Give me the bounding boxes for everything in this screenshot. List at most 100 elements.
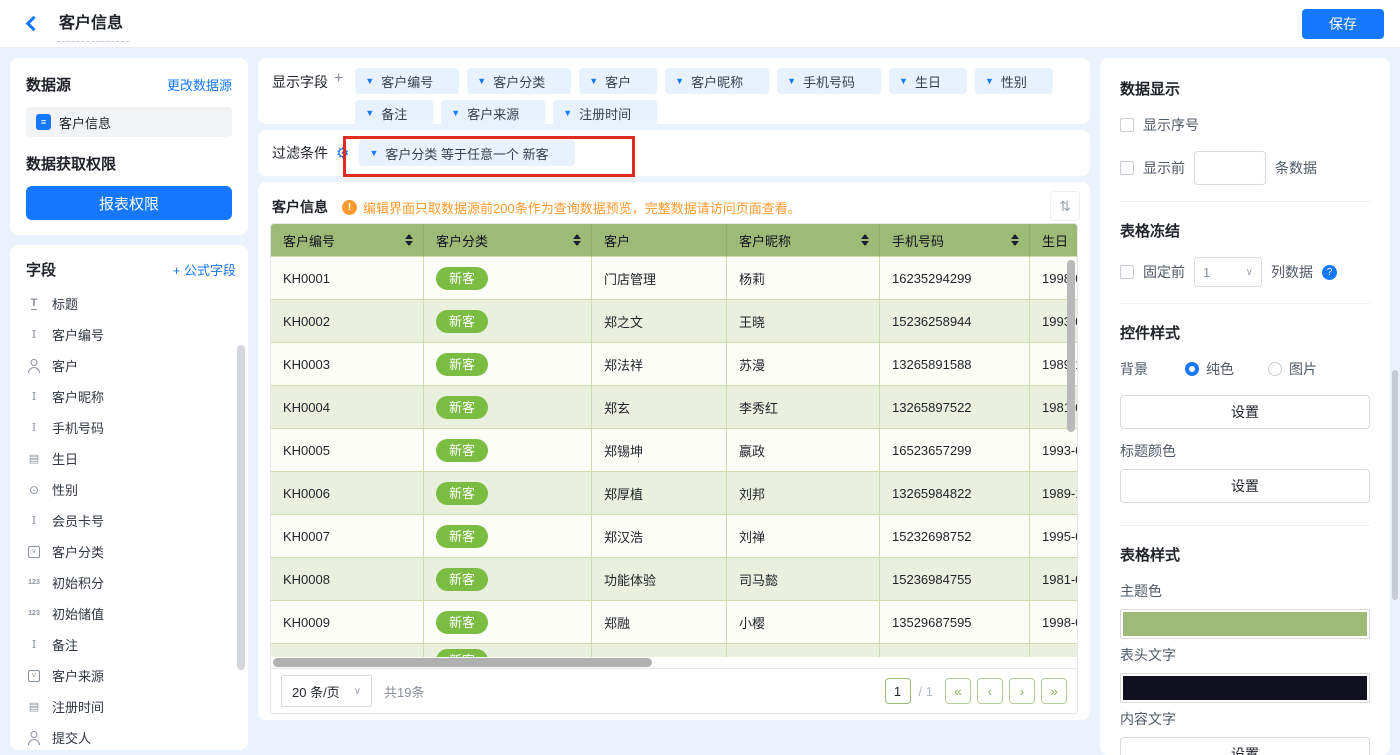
column-header[interactable]: 客户编号 [271, 224, 424, 257]
filter-tag[interactable]: ▼ 客户分类 等于任意一个 新客 [359, 140, 574, 166]
bg-solid-radio[interactable]: 纯色 [1185, 359, 1234, 379]
display-field-tag[interactable]: ▼注册时间 [553, 100, 657, 126]
change-datasource-link[interactable]: 更改数据源 [167, 75, 232, 94]
row-limit-input[interactable] [1194, 151, 1266, 185]
field-item[interactable]: 生日 [26, 443, 236, 474]
sort-icon[interactable] [573, 234, 581, 246]
field-item[interactable]: 提交人 [26, 722, 236, 750]
show-first-checkbox[interactable] [1120, 161, 1134, 175]
chevron-down-icon: ▼ [985, 76, 994, 86]
chevron-down-icon: ▼ [451, 108, 460, 118]
table-row[interactable]: KH0008新客功能体验司马懿152369847551981-06 [271, 558, 1077, 601]
field-label: 客户来源 [52, 666, 104, 685]
field-item[interactable]: 标题 [26, 288, 236, 319]
sort-icon[interactable] [405, 234, 413, 246]
table-row[interactable]: KH0005新客郑锡坤嬴政165236572991993-08 [271, 429, 1077, 472]
field-item[interactable]: 会员卡号 [26, 505, 236, 536]
first-page-icon[interactable]: « [945, 678, 971, 704]
table-horizontal-scrollbar[interactable] [271, 657, 1077, 669]
column-header-label: 手机号码 [892, 231, 944, 250]
sort-order-icon[interactable]: ⇅ [1050, 191, 1080, 221]
freeze-cols-select[interactable]: 1 ∨ [1194, 257, 1262, 287]
text-icon [26, 389, 42, 405]
header-text-color-swatch[interactable] [1120, 673, 1370, 703]
table-cell: 1993-08 [1030, 429, 1077, 472]
field-item[interactable]: 性别 [26, 474, 236, 505]
sort-icon[interactable] [861, 234, 869, 246]
display-fields-panel: 显示字段 + ▼客户编号▼客户分类▼客户▼客户昵称▼手机号码▼生日▼性别▼备注▼… [258, 58, 1090, 124]
save-button[interactable]: 保存 [1302, 9, 1384, 39]
field-item[interactable]: 注册时间 [26, 691, 236, 722]
radio-selected-icon [1185, 362, 1199, 376]
table-vertical-scrollbar[interactable] [1067, 260, 1075, 432]
field-item[interactable]: 备注 [26, 629, 236, 660]
current-page-box[interactable]: 1 [885, 678, 911, 704]
sort-icon[interactable] [1011, 234, 1019, 246]
field-item[interactable]: 手机号码 [26, 412, 236, 443]
bg-image-radio[interactable]: 图片 [1268, 359, 1317, 379]
table-row[interactable]: KH0002新客郑之文王晓152362589441993-08 [271, 300, 1077, 343]
content-text-set-button[interactable]: 设置 [1120, 737, 1370, 755]
field-item[interactable]: 客户 [26, 350, 236, 381]
prev-page-icon[interactable]: ‹ [977, 678, 1003, 704]
table-cell: 15236258944 [880, 300, 1030, 343]
back-icon[interactable] [26, 16, 42, 32]
column-header[interactable]: 客户昵称 [727, 224, 880, 257]
display-field-tag[interactable]: ▼客户编号 [355, 68, 459, 94]
column-header-label: 客户 [604, 231, 630, 250]
help-icon[interactable]: ? [1322, 265, 1337, 280]
display-field-tag[interactable]: ▼客户来源 [441, 100, 545, 126]
column-header[interactable]: 客户分类 [424, 224, 592, 257]
cols-suffix-label: 列数据 [1271, 262, 1313, 282]
table-cell: KH0005 [271, 429, 424, 472]
display-field-tag[interactable]: ▼客户 [579, 68, 657, 94]
column-header[interactable]: 手机号码 [880, 224, 1030, 257]
table-cell: 刘禅 [727, 515, 880, 558]
display-field-tag[interactable]: ▼客户昵称 [665, 68, 769, 94]
theme-color-swatch[interactable] [1120, 609, 1370, 639]
field-label: 手机号码 [52, 418, 104, 437]
field-item[interactable]: 客户编号 [26, 319, 236, 350]
display-field-tag[interactable]: ▼性别 [975, 68, 1053, 94]
add-display-field-button[interactable]: + [334, 70, 343, 117]
page-scrollbar[interactable] [1392, 370, 1398, 600]
sort-desc-icon [861, 241, 869, 246]
freeze-title: 表格冻结 [1120, 220, 1370, 241]
table-cell: 新客 [424, 515, 592, 558]
next-page-icon[interactable]: › [1009, 678, 1035, 704]
filter-settings-gear-icon[interactable]: ⚙ [336, 144, 349, 162]
column-header[interactable]: 生日 [1030, 224, 1077, 257]
table-row[interactable]: KH0003新客郑法祥苏漫132658915881989-11 [271, 343, 1077, 386]
fields-scrollbar[interactable] [237, 345, 245, 670]
column-header[interactable]: 客户 [592, 224, 727, 257]
last-page-icon[interactable]: » [1041, 678, 1067, 704]
display-field-tag[interactable]: ▼手机号码 [777, 68, 881, 94]
report-permission-button[interactable]: 报表权限 [26, 186, 232, 220]
display-field-tag[interactable]: ▼客户分类 [467, 68, 571, 94]
add-formula-field-link[interactable]: + 公式字段 [173, 260, 236, 279]
field-item[interactable]: 客户昵称 [26, 381, 236, 412]
title-color-set-button[interactable]: 设置 [1120, 469, 1370, 503]
freeze-checkbox[interactable] [1120, 265, 1134, 279]
table-row[interactable]: KH0006新客郑厚植刘邦132659848221989-11 [271, 472, 1077, 515]
field-item[interactable]: 初始积分 [26, 567, 236, 598]
table-row[interactable]: KH0009新客郑融小樱135296875951998-05 [271, 601, 1077, 644]
field-item[interactable]: 客户分类 [26, 536, 236, 567]
display-field-tag[interactable]: ▼生日 [889, 68, 967, 94]
field-item[interactable]: 初始储值 [26, 598, 236, 629]
user-icon [26, 358, 42, 374]
table-row[interactable]: KH0007新客郑汉浩刘禅152326987521995-01 [271, 515, 1077, 558]
field-item[interactable]: 客户来源 [26, 660, 236, 691]
display-field-tag[interactable]: ▼备注 [355, 100, 433, 126]
table-row[interactable]: KH0004新客郑玄李秀红132658975221981-06 [271, 386, 1077, 429]
table-row[interactable]: KH0001新客门店管理杨莉162352942991998-05 [271, 257, 1077, 300]
datasource-item[interactable]: ≡ 客户信息 [26, 107, 232, 137]
background-set-button[interactable]: 设置 [1120, 395, 1370, 429]
sort-asc-icon [1011, 234, 1019, 239]
category-badge: 新客 [436, 310, 488, 333]
show-index-checkbox[interactable] [1120, 118, 1134, 132]
radio-icon [1268, 362, 1282, 376]
field-label: 生日 [52, 449, 78, 468]
page-size-select[interactable]: 20 条/页 ∨ [281, 675, 372, 707]
table-cell: 新客 [424, 601, 592, 644]
